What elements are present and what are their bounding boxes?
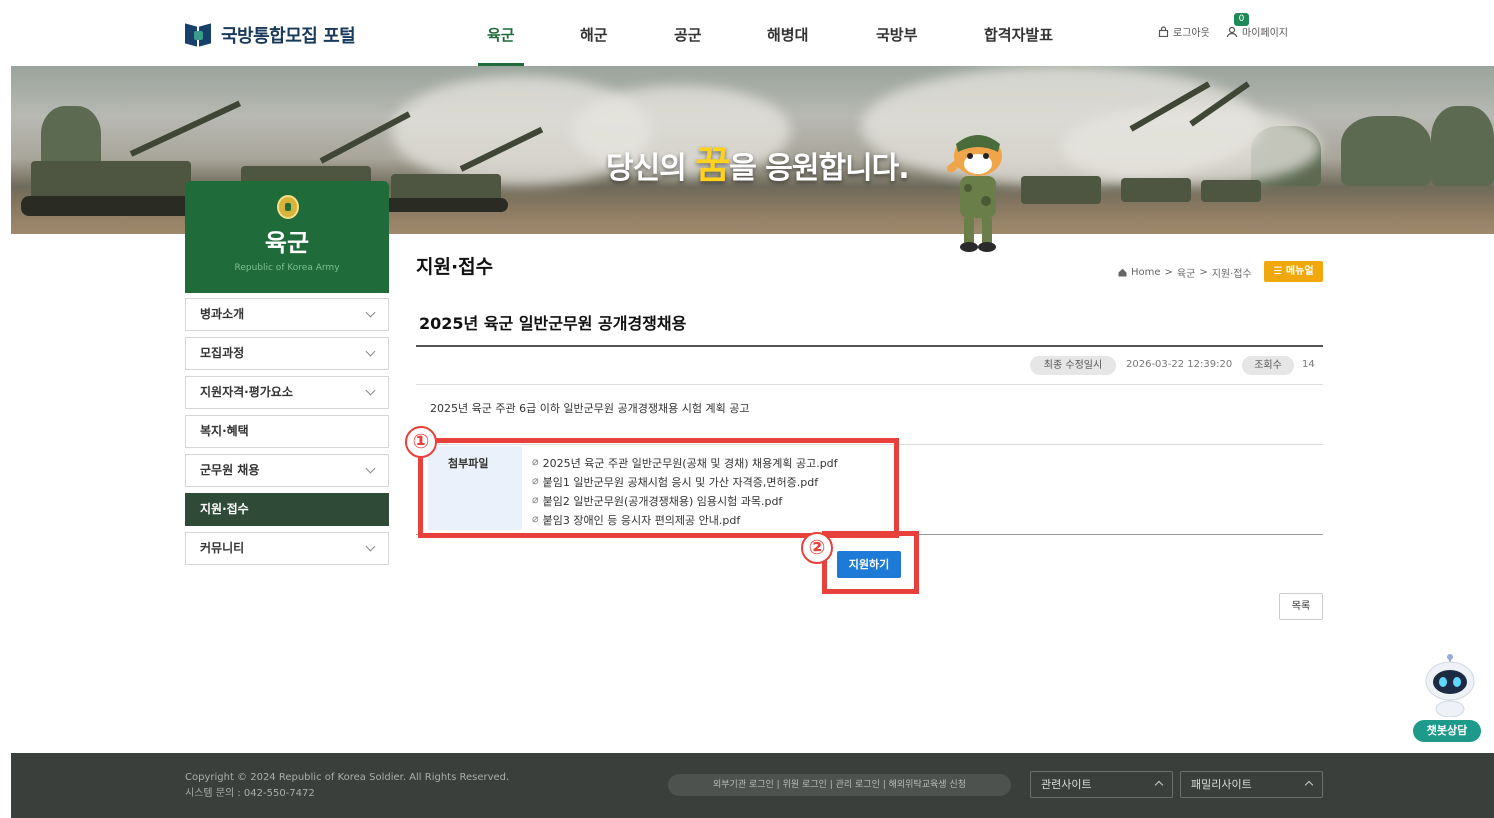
site-header: 국방통합모집 포털 육군 해군 공군 해병대 국방부 합격자발표 로그아웃 마이… (0, 0, 1494, 66)
sidebar-item-branches[interactable]: 병과소개 (185, 298, 389, 331)
page-title: 지원·접수 (416, 256, 494, 278)
footer-login-links[interactable]: 외부기관 로그인 | 위원 로그인 | 관리 로그인 | 해외위탁교육생 신청 (668, 774, 1011, 796)
updated-value: 2026-03-22 12:39:20 (1126, 359, 1233, 370)
post-title: 2025년 육군 일반군무원 공개경쟁채용 (419, 314, 687, 333)
views-value: 14 (1302, 359, 1315, 370)
nav-airforce[interactable]: 공군 (674, 24, 702, 45)
logout-link[interactable]: 로그아웃 (1158, 24, 1210, 39)
post-meta: 최종 수정일시 2026-03-22 12:39:20 조회수 14 (416, 347, 1323, 385)
nav-mnd[interactable]: 국방부 (876, 24, 917, 45)
annotation-number-1: ① (405, 426, 437, 458)
views-label: 조회수 (1242, 356, 1294, 375)
list-icon: ☰ (1273, 266, 1286, 277)
list-button[interactable]: 목록 (1279, 593, 1323, 620)
mypage-link[interactable]: 마이페이지 (1226, 24, 1288, 39)
army-emblem-icon (277, 195, 299, 219)
breadcrumb-current: 지원·접수 (1211, 269, 1252, 280)
user-icon (1226, 26, 1238, 37)
site-logo[interactable]: 국방통합모집 포털 (185, 22, 356, 48)
logout-label: 로그아웃 (1173, 28, 1210, 39)
manual-button[interactable]: ☰ 메뉴얼 (1264, 261, 1323, 282)
sidebar-header: 육군 Republic of Korea Army (185, 181, 389, 293)
chevron-up-icon (1154, 780, 1164, 790)
chatbot-button[interactable]: 챗봇상담 (1413, 720, 1481, 742)
nav-marines[interactable]: 해병대 (767, 24, 808, 45)
family-sites-select[interactable]: 패밀리사이트 (1180, 771, 1323, 798)
sidebar-item-apply[interactable]: 지원·접수 (185, 493, 389, 526)
footer-copyright: Copyright © 2024 Republic of Korea Soldi… (185, 772, 510, 799)
nav-navy[interactable]: 해군 (580, 24, 608, 45)
sidebar-item-recruit-process[interactable]: 모집과정 (185, 337, 389, 370)
logo-text: 국방통합모집 포털 (221, 26, 356, 47)
sidebar-item-civilian-hiring[interactable]: 군무원 채용 (185, 454, 389, 487)
post-body: 2025년 육군 주관 6급 이하 일반군무원 공개경쟁채용 시험 계획 공고 (430, 402, 750, 415)
annotation-box-attachments (418, 438, 899, 538)
nav-army[interactable]: 육군 (487, 24, 515, 45)
breadcrumb-home[interactable]: Home (1131, 267, 1161, 278)
mypage-badge: 0 (1234, 13, 1249, 26)
chevron-down-icon (365, 463, 376, 474)
breadcrumb: Home > 육군 > 지원·접수 (1118, 265, 1252, 280)
mypage-label: 마이페이지 (1242, 28, 1288, 39)
nav-results[interactable]: 합격자발표 (984, 24, 1053, 45)
sidebar-title: 육군 (264, 229, 310, 257)
banner-slogan: 당신의 꿈을 응원합니다. (606, 143, 910, 187)
chevron-down-icon (365, 541, 376, 552)
sidebar-subtitle: Republic of Korea Army (234, 263, 340, 273)
sidebar-item-community[interactable]: 커뮤니티 (185, 532, 389, 565)
updated-label: 최종 수정일시 (1030, 356, 1116, 375)
sidebar-item-qualifications[interactable]: 지원자격·평가요소 (185, 376, 389, 409)
chatbot-robot-icon[interactable] (1420, 653, 1480, 717)
chevron-down-icon (365, 346, 376, 357)
chevron-down-icon (365, 307, 376, 318)
chevron-down-icon (365, 385, 376, 396)
related-sites-select[interactable]: 관련사이트 (1030, 771, 1173, 798)
chevron-up-icon (1304, 780, 1314, 790)
annotation-number-2: ② (801, 532, 833, 564)
breadcrumb-army[interactable]: 육군 (1177, 265, 1195, 280)
annotation-box-apply (822, 531, 919, 594)
lock-icon (1158, 26, 1169, 37)
logo-mark-icon (185, 23, 213, 47)
home-icon (1118, 268, 1127, 277)
tiger-mascot-icon (946, 135, 1002, 252)
sidebar-item-welfare[interactable]: 복지·혜택 (185, 415, 389, 448)
